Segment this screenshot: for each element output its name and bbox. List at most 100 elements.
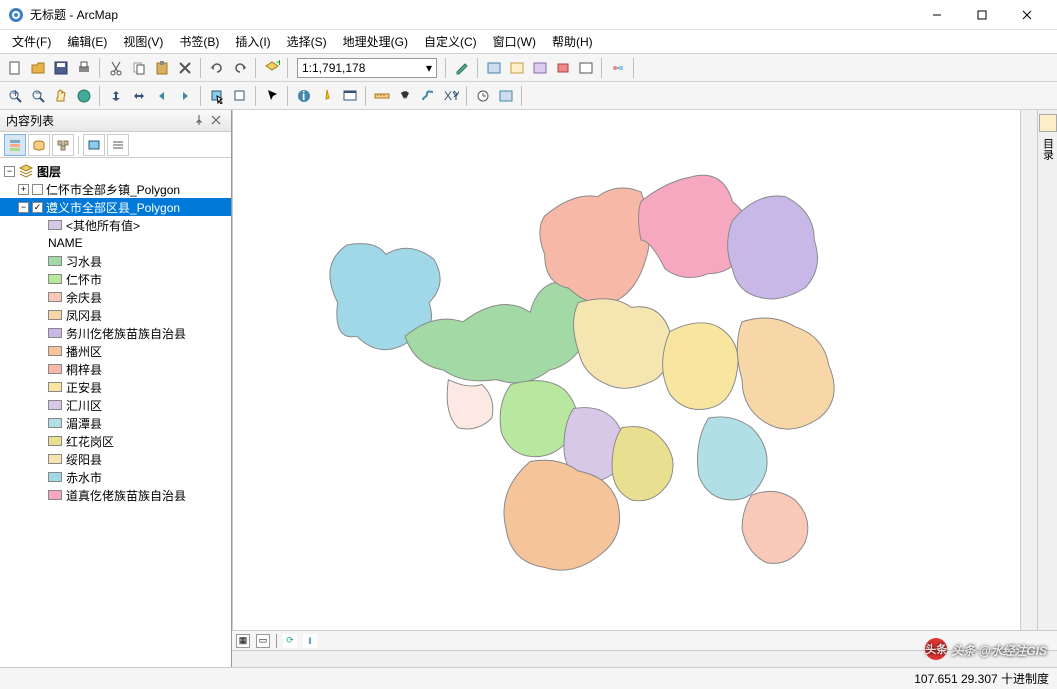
editor-toolbar-icon[interactable] xyxy=(451,57,473,79)
zoom-out-icon[interactable]: − xyxy=(27,85,49,107)
model-builder-icon[interactable] xyxy=(607,57,629,79)
layout-view-icon[interactable]: ▭ xyxy=(256,634,270,648)
coordinate-readout: 107.651 29.307 十进制度 xyxy=(914,670,1049,687)
vertical-scrollbar[interactable] xyxy=(1020,110,1037,630)
menu-file[interactable]: 文件(F) xyxy=(4,31,59,52)
html-popup-icon[interactable] xyxy=(339,85,361,107)
layer-checkbox[interactable] xyxy=(32,202,43,213)
field-heading-row[interactable]: NAME xyxy=(0,234,231,252)
menu-bookmarks[interactable]: 书签(B) xyxy=(171,31,227,52)
titlebar: 无标题 - ArcMap xyxy=(0,0,1057,30)
go-forward-icon[interactable] xyxy=(174,85,196,107)
full-extent-icon[interactable] xyxy=(73,85,95,107)
menu-edit[interactable]: 编辑(E) xyxy=(59,31,115,52)
delete-icon[interactable] xyxy=(174,57,196,79)
search-window-icon[interactable] xyxy=(529,57,551,79)
menu-customize[interactable]: 自定义(C) xyxy=(416,31,485,52)
scale-value: 1:1,791,178 xyxy=(302,61,365,75)
select-elements-icon[interactable] xyxy=(261,85,283,107)
class-row[interactable]: 赤水市 xyxy=(0,468,231,486)
add-data-icon[interactable]: + xyxy=(261,57,283,79)
open-icon[interactable] xyxy=(27,57,49,79)
undo-icon[interactable] xyxy=(206,57,228,79)
pan-icon[interactable] xyxy=(50,85,72,107)
toc-tree[interactable]: − 图层 + 仁怀市全部乡镇_Polygon − 遵义市全部区县_Polygon… xyxy=(0,158,231,667)
paste-icon[interactable] xyxy=(151,57,173,79)
print-icon[interactable] xyxy=(73,57,95,79)
collapse-icon[interactable]: − xyxy=(4,166,15,177)
menu-insert[interactable]: 插入(I) xyxy=(227,31,278,52)
clear-selection-icon[interactable] xyxy=(229,85,251,107)
python-icon[interactable] xyxy=(575,57,597,79)
data-view-icon[interactable]: ▦ xyxy=(236,634,250,648)
class-row[interactable]: 湄潭县 xyxy=(0,414,231,432)
menu-selection[interactable]: 选择(S) xyxy=(279,31,335,52)
new-document-icon[interactable] xyxy=(4,57,26,79)
options-icon[interactable] xyxy=(107,134,129,156)
close-button[interactable] xyxy=(1004,1,1049,29)
menu-windows[interactable]: 窗口(W) xyxy=(485,31,544,52)
catalog-dock-label[interactable]: 目录 xyxy=(1040,134,1056,164)
toc-icon[interactable] xyxy=(483,57,505,79)
class-row[interactable]: 务川仡佬族苗族自治县 xyxy=(0,324,231,342)
catalog-dock-icon[interactable] xyxy=(1039,114,1057,132)
class-row[interactable]: 汇川区 xyxy=(0,396,231,414)
cut-icon[interactable] xyxy=(105,57,127,79)
class-row[interactable]: 仁怀市 xyxy=(0,270,231,288)
class-row[interactable]: 习水县 xyxy=(0,252,231,270)
fixed-zoom-in-icon[interactable] xyxy=(105,85,127,107)
toc-root-layers[interactable]: − 图层 xyxy=(0,162,231,180)
toc-close-icon[interactable] xyxy=(211,114,225,128)
find-icon[interactable] xyxy=(394,85,416,107)
collapse-icon[interactable]: − xyxy=(18,202,29,213)
measure-icon[interactable] xyxy=(371,85,393,107)
go-back-icon[interactable] xyxy=(151,85,173,107)
tools-toolbar: + − i XY xyxy=(0,82,1057,110)
class-row[interactable]: 绥阳县 xyxy=(0,450,231,468)
class-swatch xyxy=(48,274,62,284)
menu-geoprocessing[interactable]: 地理处理(G) xyxy=(335,31,416,52)
minimize-button[interactable] xyxy=(914,1,959,29)
save-icon[interactable] xyxy=(50,57,72,79)
layer-row-1[interactable]: + 仁怀市全部乡镇_Polygon xyxy=(0,180,231,198)
pause-draw-icon[interactable]: ‖ xyxy=(303,634,317,648)
zoom-in-icon[interactable]: + xyxy=(4,85,26,107)
create-viewer-icon[interactable] xyxy=(495,85,517,107)
hyperlink-icon[interactable] xyxy=(316,85,338,107)
layer-checkbox[interactable] xyxy=(32,184,43,195)
time-slider-icon[interactable] xyxy=(472,85,494,107)
select-features-icon[interactable] xyxy=(206,85,228,107)
arctoolbox-icon[interactable] xyxy=(552,57,574,79)
go-to-xy-icon[interactable]: XY xyxy=(440,85,462,107)
list-by-selection-icon[interactable] xyxy=(83,134,105,156)
expand-icon[interactable]: + xyxy=(18,184,29,195)
svg-text:i: i xyxy=(302,89,305,103)
other-values-row[interactable]: <其他所有值> xyxy=(0,216,231,234)
class-row[interactable]: 红花岗区 xyxy=(0,432,231,450)
list-by-visibility-icon[interactable] xyxy=(52,134,74,156)
maximize-button[interactable] xyxy=(959,1,1004,29)
fixed-zoom-out-icon[interactable] xyxy=(128,85,150,107)
class-row[interactable]: 凤冈县 xyxy=(0,306,231,324)
menu-help[interactable]: 帮助(H) xyxy=(544,31,601,52)
list-by-drawing-icon[interactable] xyxy=(4,134,26,156)
pin-icon[interactable] xyxy=(193,114,207,128)
copy-icon[interactable] xyxy=(128,57,150,79)
refresh-icon[interactable]: ⟳ xyxy=(283,634,297,648)
class-row[interactable]: 播州区 xyxy=(0,342,231,360)
horizontal-scrollbar[interactable] xyxy=(232,650,1057,667)
class-row[interactable]: 道真仡佬族苗族自治县 xyxy=(0,486,231,504)
map-bottom-bar: ▦ ▭ ⟳ ‖ xyxy=(232,630,1057,650)
menu-view[interactable]: 视图(V) xyxy=(115,31,171,52)
catalog-icon[interactable] xyxy=(506,57,528,79)
redo-icon[interactable] xyxy=(229,57,251,79)
class-row[interactable]: 余庆县 xyxy=(0,288,231,306)
class-row[interactable]: 桐梓县 xyxy=(0,360,231,378)
list-by-source-icon[interactable] xyxy=(28,134,50,156)
find-route-icon[interactable] xyxy=(417,85,439,107)
identify-icon[interactable]: i xyxy=(293,85,315,107)
class-row[interactable]: 正安县 xyxy=(0,378,231,396)
layer-row-2[interactable]: − 遵义市全部区县_Polygon xyxy=(0,198,231,216)
scale-combo[interactable]: 1:1,791,178 ▾ xyxy=(297,58,437,78)
map-canvas[interactable] xyxy=(232,110,1020,630)
